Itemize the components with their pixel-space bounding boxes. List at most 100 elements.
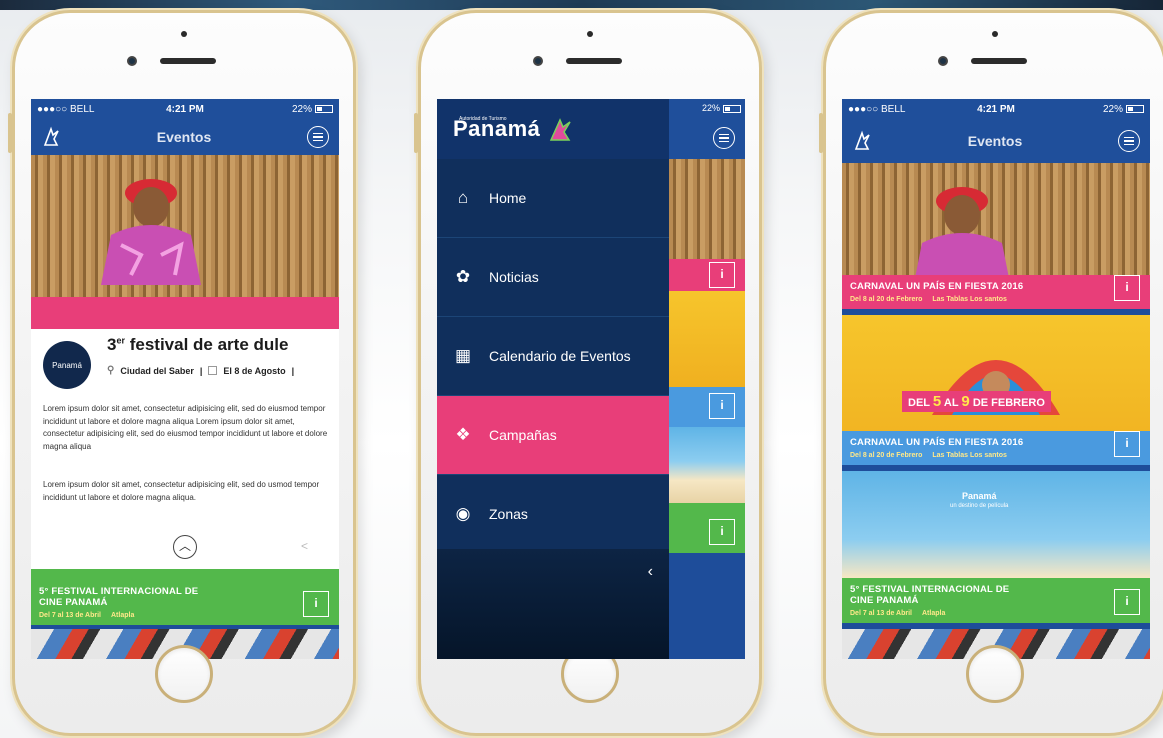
- event-card-dates: Del 8 al 20 de Febrero: [850, 452, 923, 459]
- battery-percent: 22%: [701, 103, 720, 113]
- earpiece-speaker: [566, 58, 622, 64]
- beach-caption-tagline: un destino de película: [950, 503, 1009, 509]
- event-photo-2: [669, 291, 745, 387]
- event-card-meta: Del 8 al 20 de Febrero Las Tablas Los san…: [850, 296, 1142, 303]
- front-camera: [533, 56, 543, 66]
- date-banner-text: AL: [943, 397, 959, 409]
- panama-logo-icon: [550, 118, 572, 141]
- event-card[interactable]: CARNAVAL UN PAÍS EN FIESTA 2016 Del 8 al…: [842, 163, 1150, 309]
- menu-button[interactable]: [307, 126, 329, 148]
- event-card-name: CARNAVAL UN PAÍS EN FIESTA 2016: [850, 437, 1024, 448]
- chevron-up-icon[interactable]: ︿: [173, 535, 197, 559]
- event-location: Ciudad del Saber: [120, 365, 194, 376]
- event-card-place: Atlapla: [922, 610, 946, 617]
- event-card-place: Las Tablas Los santos: [932, 452, 1007, 459]
- event-card-band: 5° FESTIVAL INTERNACIONAL DE CINE PANAMÁ…: [842, 578, 1150, 623]
- top-camera-dot: [992, 31, 998, 37]
- drawer-footer-image: ‹: [437, 549, 669, 659]
- front-camera: [938, 56, 948, 66]
- status-bar: ●●●○○ BELL 4:21 PM 22%: [842, 99, 1150, 119]
- event-card-place: Atlapla: [111, 612, 135, 619]
- event-card[interactable]: 5° FESTIVAL INTERNACIONAL DE CINE PANAMÁ…: [31, 569, 339, 625]
- menu-button[interactable]: [713, 127, 735, 149]
- drawer-item-label: Zonas: [489, 506, 528, 522]
- battery-indicator: 22%: [1064, 104, 1144, 115]
- info-icon[interactable]: i: [1114, 431, 1140, 457]
- event-description-2: Lorem ipsum dolor sit amet, consectetur …: [43, 480, 320, 502]
- event-card-dates: Del 8 al 20 de Febrero: [850, 296, 923, 303]
- earpiece-speaker: [160, 58, 216, 64]
- event-band-1: i: [669, 259, 745, 291]
- clock: 4:21 PM: [166, 103, 204, 115]
- organizer-logo[interactable]: Panamá: [43, 341, 91, 389]
- events-list-behind: 22% i i i: [669, 99, 745, 659]
- app-bar: Eventos: [842, 119, 1150, 163]
- home-icon: ⌂: [457, 188, 469, 207]
- drawer-item-label: Noticias: [489, 269, 539, 285]
- info-icon[interactable]: i: [1114, 589, 1140, 615]
- event-title-ordinal: er: [116, 335, 125, 346]
- page-title: Eventos: [967, 133, 1023, 149]
- event-photo: [31, 155, 339, 297]
- event-card-dates: Del 7 al 13 de Abril: [39, 612, 101, 619]
- divider: |: [291, 365, 295, 376]
- info-icon[interactable]: i: [709, 262, 735, 288]
- drawer-item-label: Home: [489, 190, 527, 206]
- drawer-item-home[interactable]: ⌂ Home: [437, 159, 669, 238]
- drawer-item-calendario[interactable]: ▦ Calendario de Eventos: [437, 317, 669, 396]
- divider: |: [199, 365, 203, 376]
- chevron-left-icon[interactable]: ‹: [648, 563, 653, 581]
- drawer-item-zonas[interactable]: ◉ Zonas: [437, 475, 669, 554]
- carrier-label: ●●●○○ BELL: [37, 103, 95, 115]
- event-date: El 8 de Agosto: [223, 365, 286, 376]
- drawer-header: Autoridad de Turismo Panamá: [437, 99, 669, 159]
- date-banner-text: DE FEBRERO: [972, 397, 1045, 409]
- info-icon[interactable]: i: [1114, 275, 1140, 301]
- accent-strip: [31, 297, 339, 329]
- campaign-icon: ❖: [455, 425, 471, 444]
- battery-indicator: 22%: [253, 104, 333, 115]
- eye-icon: ◉: [455, 504, 471, 523]
- drawer-item-label: Campañas: [489, 427, 557, 443]
- panama-logo-icon[interactable]: [852, 129, 872, 153]
- phone-2: 22% i i i Autoridad de Turismo Panamá ⌂ H…: [414, 10, 762, 736]
- event-card-place: Las Tablas Los santos: [932, 296, 1007, 303]
- screen: ●●●○○ BELL 4:21 PM 22% Eventos CARNAVAL …: [842, 99, 1150, 659]
- menu-button[interactable]: [1118, 130, 1140, 152]
- event-card-name: 5° FESTIVAL INTERNACIONAL DE CINE PANAMÁ: [39, 586, 199, 608]
- event-detail-panel: Panamá 3er festival de arte dule ⚲ Ciuda…: [31, 329, 339, 569]
- beach-caption-brand: Panamá: [962, 491, 997, 501]
- info-icon[interactable]: i: [709, 519, 735, 545]
- event-photo-3: [669, 427, 745, 503]
- event-card-band: CARNAVAL UN PAÍS EN FIESTA 2016 Del 8 al…: [842, 431, 1150, 465]
- top-camera-dot: [181, 31, 187, 37]
- event-description-1: Lorem ipsum dolor sit amet, consectetur …: [43, 404, 328, 451]
- navigation-drawer: Autoridad de Turismo Panamá ⌂ Home ✿ Notic…: [437, 99, 669, 659]
- event-card[interactable]: Panamá un destino de película 5° FESTIVA…: [842, 471, 1150, 623]
- info-icon[interactable]: i: [303, 591, 329, 617]
- event-photo-1: [669, 159, 745, 259]
- event-card-meta: Del 7 al 13 de Abril Atlapla: [39, 612, 331, 619]
- top-camera-dot: [587, 31, 593, 37]
- battery-icon: [723, 104, 741, 113]
- drawer-item-campanas[interactable]: ❖ Campañas: [437, 396, 669, 475]
- news-icon: ✿: [455, 267, 471, 286]
- date-banner-day: 9: [961, 393, 970, 410]
- home-button[interactable]: [155, 645, 213, 703]
- brand-subtitle: Autoridad de Turismo: [459, 116, 507, 122]
- front-camera: [127, 56, 137, 66]
- event-card-band: CARNAVAL UN PAÍS EN FIESTA 2016 Del 8 al…: [842, 275, 1150, 309]
- battery-percent: 22%: [291, 103, 312, 115]
- share-icon[interactable]: <: [301, 539, 308, 553]
- home-button[interactable]: [966, 645, 1024, 703]
- panama-logo-icon[interactable]: [41, 125, 61, 149]
- event-meta: ⚲ Ciudad del Saber | El 8 de Agosto |: [107, 365, 294, 376]
- event-card-band: 5° FESTIVAL INTERNACIONAL DE CINE PANAMÁ…: [31, 580, 339, 625]
- event-card[interactable]: DEL 5 AL 9 DE FEBRERO CARNAVAL UN PAÍS E…: [842, 315, 1150, 465]
- carrier-label: ●●●○○ BELL: [848, 103, 906, 115]
- phone-1: ●●●○○ BELL 4:21 PM 22% Eventos Panamá 3e…: [8, 10, 356, 736]
- page-title: Eventos: [156, 129, 212, 145]
- drawer-item-noticias[interactable]: ✿ Noticias: [437, 238, 669, 317]
- top-background-band: [0, 0, 1163, 10]
- info-icon[interactable]: i: [709, 393, 735, 419]
